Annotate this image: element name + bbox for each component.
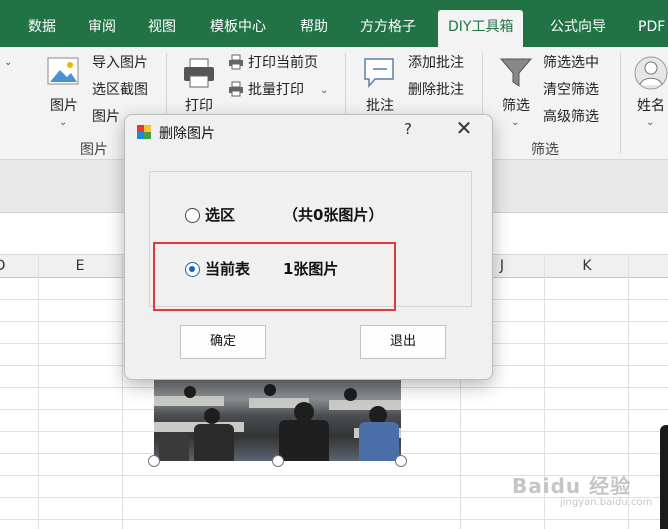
filter-big-button[interactable]: 筛选 (496, 55, 536, 115)
print-big-button-label: 打印 (185, 98, 213, 114)
picture-big-button[interactable]: 图片 (44, 55, 84, 115)
filter-funnel-icon (499, 58, 533, 87)
resize-handle[interactable] (395, 455, 407, 467)
column-divider (38, 254, 39, 529)
ok-button[interactable]: 确定 (180, 325, 266, 359)
import-picture-button[interactable]: 导入图片 (92, 53, 148, 73)
watermark-url: jingyan.baidu.com (560, 497, 653, 508)
comment-big-button-label: 批注 (366, 98, 394, 114)
picture-more-button[interactable]: 图片 (92, 107, 120, 127)
column-letter[interactable]: J (492, 258, 512, 274)
column-letter[interactable]: E (70, 258, 90, 274)
tab-diy-toolbox[interactable]: DIY工具箱 (438, 10, 524, 47)
tab-fangfang-grid[interactable]: 方方格子 (350, 10, 426, 47)
column-divider (122, 254, 123, 529)
person-icon (634, 56, 668, 90)
filter-big-button-label: 筛选 (502, 98, 530, 114)
option-selection-label[interactable]: 选区 (205, 204, 235, 225)
tab-data[interactable]: 数据 (18, 10, 66, 47)
printer-icon (229, 81, 243, 97)
picture-icon (47, 57, 79, 85)
name-big-button-label: 姓名 (637, 98, 665, 114)
selection-screenshot-button[interactable]: 选区截图 (92, 80, 148, 100)
printer-icon (184, 58, 214, 88)
tab-template-center[interactable]: 模板中心 (200, 10, 276, 47)
name-big-button[interactable]: 姓名 (630, 55, 668, 115)
app-icon (137, 125, 151, 139)
batch-print-button[interactable]: 批量打印 (228, 80, 304, 100)
highlight-annotation (153, 242, 396, 311)
radio-selection[interactable] (185, 208, 200, 223)
help-icon[interactable]: ? (401, 120, 415, 138)
tab-review[interactable]: 审阅 (78, 10, 126, 47)
chevron-down-icon[interactable]: ⌄ (511, 117, 519, 128)
clear-filter-button[interactable]: 清空筛选 (543, 80, 599, 100)
chevron-down-icon[interactable]: ⌄ (59, 117, 67, 128)
filter-selected-button[interactable]: 筛选选中 (543, 53, 599, 73)
column-letter[interactable]: K (577, 258, 597, 274)
add-comment-button[interactable]: 添加批注 (408, 53, 464, 73)
advanced-filter-button[interactable]: 高级筛选 (543, 107, 599, 127)
print-current-page-button[interactable]: 打印当前页 (228, 53, 318, 73)
tab-help[interactable]: 帮助 (290, 10, 338, 47)
tab-formula-wizard[interactable]: 公式向导 (540, 10, 616, 47)
chevron-down-icon[interactable]: ⌄ (646, 117, 654, 128)
printer-icon (229, 54, 243, 70)
tab-pdf[interactable]: PDF (628, 10, 668, 47)
picture-group-label: 图片 (80, 142, 108, 158)
close-icon[interactable]: ✕ (453, 118, 475, 140)
chevron-down-icon[interactable]: ⌄ (4, 57, 12, 68)
watermark-logo: Baidu 经验 (512, 474, 632, 498)
column-letter[interactable]: D (0, 258, 10, 274)
print-big-button[interactable]: 打印 (178, 55, 220, 115)
picture-big-button-label: 图片 (50, 98, 78, 114)
tab-view[interactable]: 视图 (138, 10, 186, 47)
print-current-page-label: 打印当前页 (248, 55, 318, 71)
side-panel-edge (660, 425, 668, 529)
resize-handle[interactable] (272, 455, 284, 467)
filter-group-label: 筛选 (531, 142, 559, 158)
comment-icon (364, 58, 394, 89)
comment-big-button[interactable]: 批注 (358, 55, 402, 115)
option-selection-count: （共0张图片） (283, 206, 384, 224)
ribbon-tab-bar: 数据 审阅 视图 模板中心 帮助 方方格子 DIY工具箱 公式向导 PDF (0, 0, 668, 47)
group-separator (620, 53, 621, 153)
dialog-title: 删除图片 (159, 126, 215, 142)
resize-handle[interactable] (148, 455, 160, 467)
delete-comment-button[interactable]: 删除批注 (408, 80, 464, 100)
embedded-classroom-photo[interactable] (154, 378, 401, 461)
delete-picture-dialog: 删除图片 ? ✕ 选区 （共0张图片） 当前表 1张图片 确定 退出 (124, 114, 493, 380)
batch-print-label: 批量打印 (248, 82, 304, 98)
exit-button[interactable]: 退出 (360, 325, 446, 359)
chevron-down-icon[interactable]: ⌄ (320, 85, 328, 96)
